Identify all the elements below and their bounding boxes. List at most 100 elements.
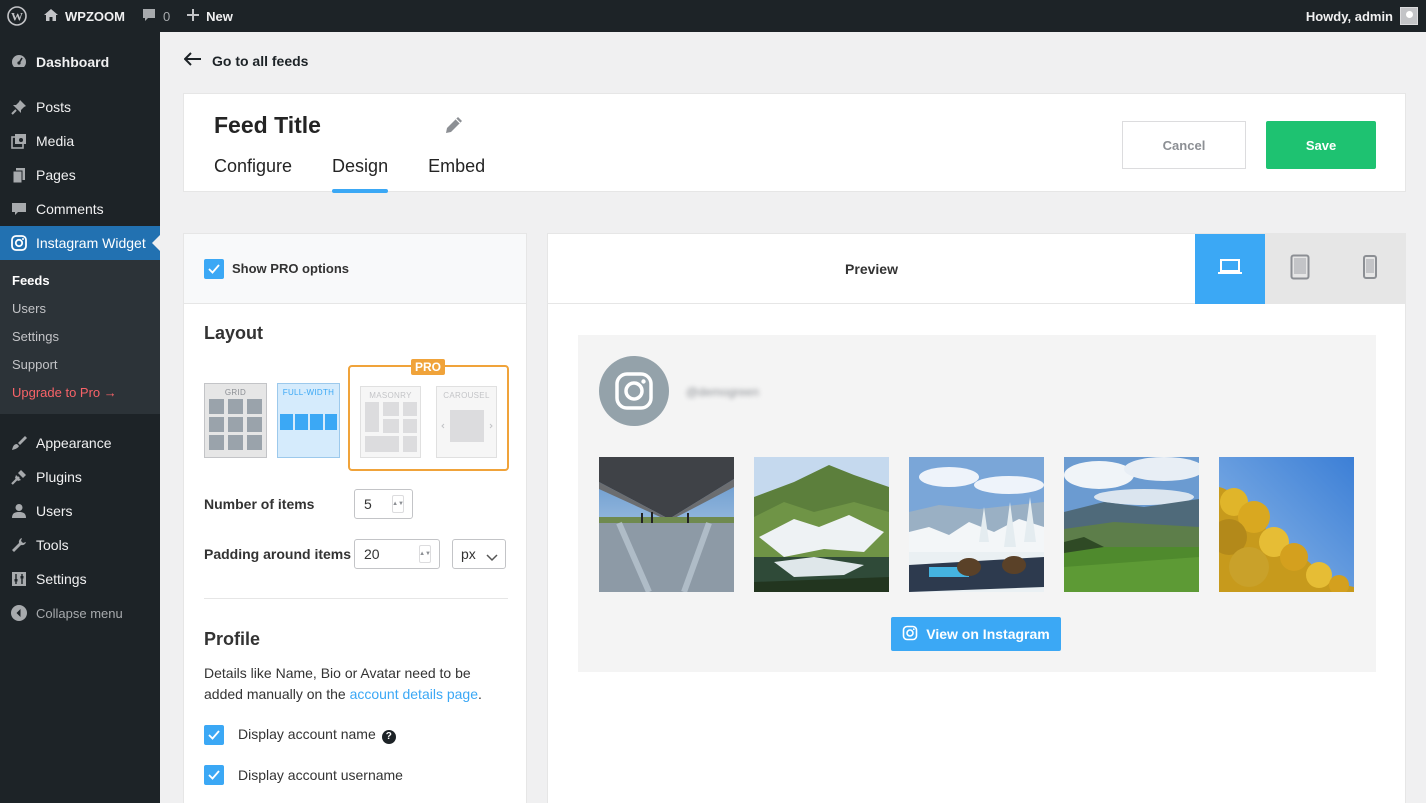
sidebar-item-posts[interactable]: Posts [0,90,160,124]
collapse-menu-button[interactable]: Collapse menu [0,596,160,630]
sidebar-item-label: Posts [36,99,72,115]
sidebar-item-instagram-widget[interactable]: Instagram Widget [0,226,160,260]
sidebar-item-comments[interactable]: Comments [0,192,160,226]
checkbox-checked-icon[interactable] [204,258,224,279]
admin-bar: W WPZOOM 0 New Howdy, admin [0,0,1426,32]
pencil-icon[interactable] [443,114,465,136]
instagram-icon [902,625,918,644]
tab-embed[interactable]: Embed [428,156,485,187]
media-icon [10,132,28,150]
account-details-link[interactable]: account details page [350,686,478,702]
stepper-arrows-icon[interactable]: ▲▼ [419,545,431,563]
comments-count: 0 [162,8,171,24]
show-pro-options-toggle[interactable]: Show PRO options [184,234,526,304]
sidebar-item-label: Comments [36,201,104,217]
display-account-name-option[interactable]: Display account name? [204,725,396,745]
help-icon[interactable]: ? [381,729,396,744]
sidebar-item-label: Plugins [36,469,82,485]
profile-section-title: Profile [204,629,261,649]
sidebar-item-label: Users [36,503,73,519]
number-of-items-input[interactable]: 5 ▲▼ [354,489,413,519]
tablet-icon [1290,254,1310,285]
comment-bubble-icon [141,7,157,26]
full-width-layout-icon [280,414,337,430]
carousel-layout-icon [440,410,493,442]
feed-photo[interactable] [754,457,889,592]
profile-description-end: . [478,686,482,702]
show-pro-label: Show PRO options [232,261,349,276]
tab-design[interactable]: Design [332,156,389,193]
view-on-instagram-label: View on Instagram [926,626,1050,642]
checkbox-checked-icon[interactable] [204,765,224,785]
save-button[interactable]: Save [1266,121,1376,169]
padding-unit-select[interactable]: px [452,539,506,569]
display-account-username-label: Display account username [238,767,403,783]
sidebar-item-label: Pages [36,167,76,183]
site-name: WPZOOM [65,8,125,24]
sidebar-item-label: Media [36,133,75,149]
dashboard-icon [10,53,28,71]
collapse-arrow-icon [10,604,28,622]
layout-option-carousel[interactable]: CAROUSEL [436,386,497,458]
cancel-button[interactable]: Cancel [1122,121,1246,169]
padding-input[interactable]: 20 ▲▼ [354,539,440,569]
pro-layouts-group: PRO MASONRY CAROUSEL [348,359,509,471]
sidebar-item-pages[interactable]: Pages [0,158,160,192]
sidebar-item-dashboard[interactable]: Dashboard [0,45,160,79]
new-content-link[interactable]: New [178,0,241,32]
display-account-name-label: Display account name? [238,726,396,744]
feed-photo[interactable] [909,457,1044,592]
submenu-item-users[interactable]: Users [0,294,160,322]
layout-option-full-width[interactable]: FULL-WIDTH [277,383,340,458]
sidebar-item-users[interactable]: Users [0,494,160,528]
feed-header-card: Feed Title Configure Design Embed Cancel… [183,93,1406,193]
submenu-item-settings[interactable]: Settings [0,322,160,350]
feed-tabs: Configure Design Embed [214,156,485,193]
number-of-items-label: Number of items [204,496,315,512]
sidebar-item-tools[interactable]: Tools [0,528,160,562]
sidebar-item-settings[interactable]: Settings [0,562,160,596]
masonry-layout-icon [364,402,417,452]
back-to-feeds-link[interactable]: Go to all feeds [183,52,308,69]
my-account-link[interactable]: Howdy, admin [1306,7,1426,25]
checkbox-checked-icon[interactable] [204,725,224,745]
instagram-icon [10,234,28,252]
device-laptop-button[interactable] [1195,234,1265,304]
sidebar-item-label: Instagram Widget [36,235,146,251]
svg-text:W: W [11,10,23,24]
main-content: Go to all feeds Feed Title Configure Des… [160,32,1426,803]
site-name-link[interactable]: WPZOOM [35,0,133,32]
tab-configure[interactable]: Configure [214,156,292,187]
submenu-item-upgrade[interactable]: Upgrade to Pro → [0,378,160,406]
feed-photo[interactable] [1219,457,1354,592]
layout-option-grid[interactable]: GRID [204,383,267,458]
new-label: New [206,8,233,24]
comments-link[interactable]: 0 [133,0,178,32]
padding-value: 20 [364,546,380,562]
stepper-arrows-icon[interactable]: ▲▼ [392,495,404,513]
instagram-username: @demogreen [686,385,759,399]
wrench-icon [10,536,28,554]
view-on-instagram-button[interactable]: View on Instagram [891,617,1061,651]
feed-photo[interactable] [1064,457,1199,592]
layout-option-label: MASONRY [369,391,412,400]
plug-icon [10,468,28,486]
wordpress-logo-icon[interactable]: W [0,0,35,32]
sidebar-item-appearance[interactable]: Appearance [0,426,160,460]
user-icon [10,502,28,520]
design-settings-panel: Show PRO options Layout GRID FULL-WIDTH … [183,233,527,803]
device-tablet-button[interactable] [1265,234,1335,304]
feed-photo[interactable] [599,457,734,592]
plus-icon [186,8,200,25]
laptop-icon [1217,257,1243,282]
device-phone-button[interactable] [1335,234,1405,304]
submenu-item-feeds[interactable]: Feeds [0,266,160,294]
preview-header: Preview [548,234,1405,304]
sidebar-item-media[interactable]: Media [0,124,160,158]
arrow-left-icon [183,52,202,69]
display-account-username-option[interactable]: Display account username [204,765,403,785]
instagram-feed-preview: @demogreen View on Instagram [578,335,1376,672]
sidebar-item-plugins[interactable]: Plugins [0,460,160,494]
layout-option-masonry[interactable]: MASONRY [360,386,421,458]
submenu-item-support[interactable]: Support [0,350,160,378]
